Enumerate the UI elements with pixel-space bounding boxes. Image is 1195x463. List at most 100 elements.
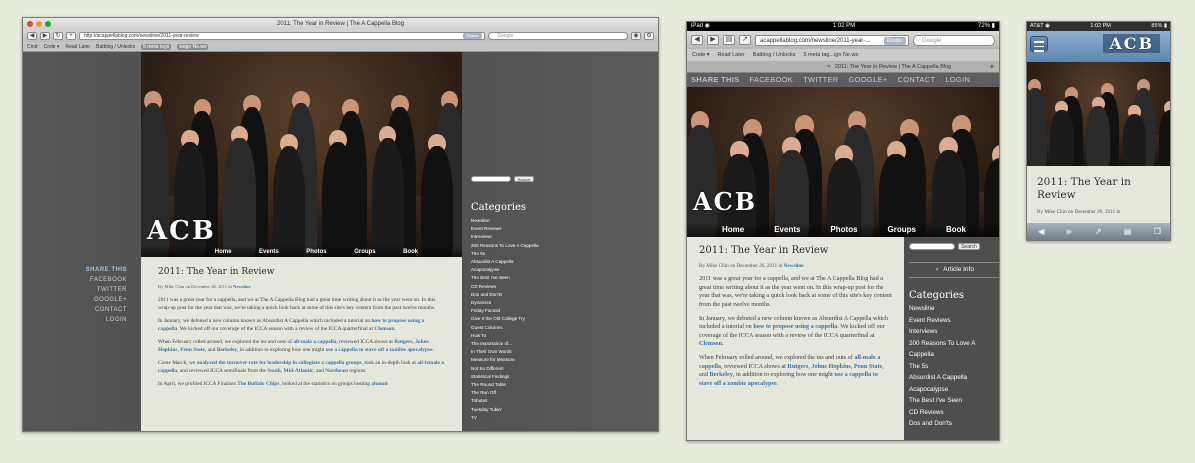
new-tab-button[interactable]: +	[987, 61, 997, 73]
nav-item-home[interactable]: Home	[215, 245, 232, 257]
bookmarks-icon[interactable]: ▤	[723, 35, 735, 45]
category-link[interactable]: Friday Factoid	[471, 307, 551, 315]
inline-link[interactable]: Penn State	[854, 363, 882, 370]
category-link[interactable]: TV	[471, 414, 551, 422]
category-link[interactable]: 200 Reasons To Love A Cappella	[471, 242, 551, 250]
reader-button[interactable]: Reader	[462, 33, 482, 39]
site-logo[interactable]: ACB	[147, 216, 216, 246]
byline-category-link[interactable]: Newsline	[784, 263, 804, 269]
nav-item-events[interactable]: Events	[774, 223, 800, 237]
nav-item-book[interactable]: Book	[946, 223, 966, 237]
share-link-login[interactable]: LOGIN	[83, 315, 127, 325]
bookmarks-icon[interactable]: ▤	[1124, 227, 1132, 236]
category-link[interactable]: Guest Columns	[471, 324, 551, 332]
category-link[interactable]: Dos and Don'ts	[471, 291, 551, 299]
inline-link[interactable]: Mid-Atlantic	[284, 368, 314, 374]
tabs-icon[interactable]: ❐	[1154, 227, 1161, 236]
category-link[interactable]: Newsline	[909, 303, 999, 315]
bookmark-item[interactable]: Batblog / Unlocks	[753, 49, 796, 61]
inline-link[interactable]: Northeast	[325, 368, 348, 374]
forward-button[interactable]: ▶	[40, 32, 50, 40]
share-link-share-this[interactable]: SHARE THIS	[83, 265, 127, 275]
inline-link[interactable]: Berkeley	[709, 371, 732, 378]
bookmark-item[interactable]: esign Ne.ws	[177, 43, 209, 50]
inline-link[interactable]: South	[267, 368, 281, 374]
nav-item-events[interactable]: Events	[259, 245, 279, 257]
category-link[interactable]: Statistical Findings	[471, 373, 551, 381]
inline-link[interactable]: Rutgers	[394, 339, 412, 345]
inline-link[interactable]: Clemson	[699, 340, 722, 347]
bookmark-item[interactable]: 5 meta tags	[141, 43, 172, 50]
forward-button[interactable]: ▶	[707, 35, 719, 45]
inline-link[interactable]: how to propose using a cappella	[753, 323, 837, 330]
tab-close-icon[interactable]: ×	[827, 64, 833, 70]
back-button[interactable]: ◀	[27, 32, 37, 40]
share-link-facebook[interactable]: FACEBOOK	[83, 275, 127, 285]
nav-item-groups[interactable]: Groups	[888, 223, 916, 237]
address-bar[interactable]: http://acappellablog.com/newsline/2011-y…	[79, 32, 485, 40]
category-link[interactable]: Event Reviews	[909, 315, 999, 327]
share-icon[interactable]: ↗	[1095, 227, 1102, 236]
share-link-contact[interactable]: CONTACT	[83, 305, 127, 315]
zoom-button[interactable]	[45, 21, 51, 27]
category-link[interactable]: Interviews	[471, 233, 551, 241]
share-link-google-[interactable]: GOOGLE+	[83, 295, 127, 305]
category-link[interactable]: In Their Own Words	[471, 348, 551, 356]
address-bar[interactable]: acappellablog.com/newsline/2011-year-...…	[755, 34, 909, 46]
share-link-google-[interactable]: GOOGLE+	[849, 73, 888, 87]
inline-link[interactable]: use a cappella to stave off a zombie apo…	[326, 347, 433, 353]
sidebar-search-input[interactable]	[471, 176, 511, 182]
bookmark-item[interactable]: Code ▾	[44, 44, 60, 50]
sidebar-search-input[interactable]	[909, 243, 955, 250]
inline-link[interactable]: analyzed the turnover rate for leadershi…	[197, 360, 362, 366]
category-link[interactable]: 200 Reasons To Love A Cappella	[909, 338, 999, 361]
search-input[interactable]: Google	[488, 32, 628, 40]
bookmark-item[interactable]: 5 meta tag...ign Ne.ws	[803, 49, 858, 61]
site-logo[interactable]: ACB	[1103, 34, 1160, 53]
nav-item-book[interactable]: Book	[403, 245, 418, 257]
bookmark-item[interactable]: Read Later	[717, 49, 744, 61]
tab-title[interactable]: 2011: The Year in Review | The A Cappell…	[835, 64, 951, 70]
nav-item-photos[interactable]: Photos	[306, 245, 326, 257]
gear-icon[interactable]: ⚙	[644, 32, 654, 40]
category-link[interactable]: The Importance of...	[471, 340, 551, 348]
inline-link[interactable]: Johns Hopkins	[811, 363, 850, 370]
category-link[interactable]: CD Reviews	[909, 407, 999, 419]
bookmark-item[interactable]: Read Later	[65, 44, 90, 50]
inline-link[interactable]: The Buffalo Chips	[237, 381, 279, 387]
article-info-button[interactable]: ‹ Article Info	[909, 262, 999, 278]
category-link[interactable]: The Run Off	[471, 389, 551, 397]
add-icon[interactable]: +	[66, 32, 76, 40]
category-link[interactable]: The 5s	[471, 250, 551, 258]
back-button[interactable]: ◀	[691, 35, 703, 45]
search-input[interactable]: Google	[913, 34, 995, 46]
menu-button[interactable]	[1030, 36, 1048, 52]
share-link-facebook[interactable]: FACEBOOK	[749, 73, 793, 87]
category-link[interactable]: Give It the Old College Try	[471, 315, 551, 323]
share-link-share-this[interactable]: SHARE THIS	[691, 73, 739, 87]
nav-item-photos[interactable]: Photos	[830, 223, 857, 237]
category-link[interactable]: CD Reviews	[471, 283, 551, 291]
category-link[interactable]: Acapocalypse	[909, 384, 999, 396]
inline-link[interactable]: Berkeley	[217, 347, 237, 353]
category-link[interactable]: Measure for Measure	[471, 356, 551, 364]
category-link[interactable]: Acapocalypse	[471, 266, 551, 274]
byline-category-link[interactable]: Newsline	[233, 284, 251, 289]
close-button[interactable]	[27, 21, 33, 27]
inline-link[interactable]: all-male a cappella	[293, 339, 336, 345]
nav-item-groups[interactable]: Groups	[354, 245, 375, 257]
share-link-contact[interactable]: CONTACT	[898, 73, 936, 87]
category-link[interactable]: The Best I've Seen	[909, 395, 999, 407]
nav-item-home[interactable]: Home	[722, 223, 744, 237]
reader-button[interactable]: Reader	[883, 36, 906, 45]
page-menu-icon[interactable]: ◉	[631, 32, 641, 40]
inline-link[interactable]: alumni	[371, 381, 387, 387]
category-link[interactable]: How To	[471, 332, 551, 340]
share-link-login[interactable]: LOGIN	[945, 73, 970, 87]
inline-link[interactable]: Clemson	[374, 326, 394, 332]
category-link[interactable]: Dos and Don'ts	[909, 418, 999, 430]
minimize-button[interactable]	[36, 21, 42, 27]
category-link[interactable]: The Best I've Seen	[471, 274, 551, 282]
bookmark-item[interactable]: Code ▾	[692, 49, 709, 61]
category-link[interactable]: Interviews	[909, 326, 999, 338]
